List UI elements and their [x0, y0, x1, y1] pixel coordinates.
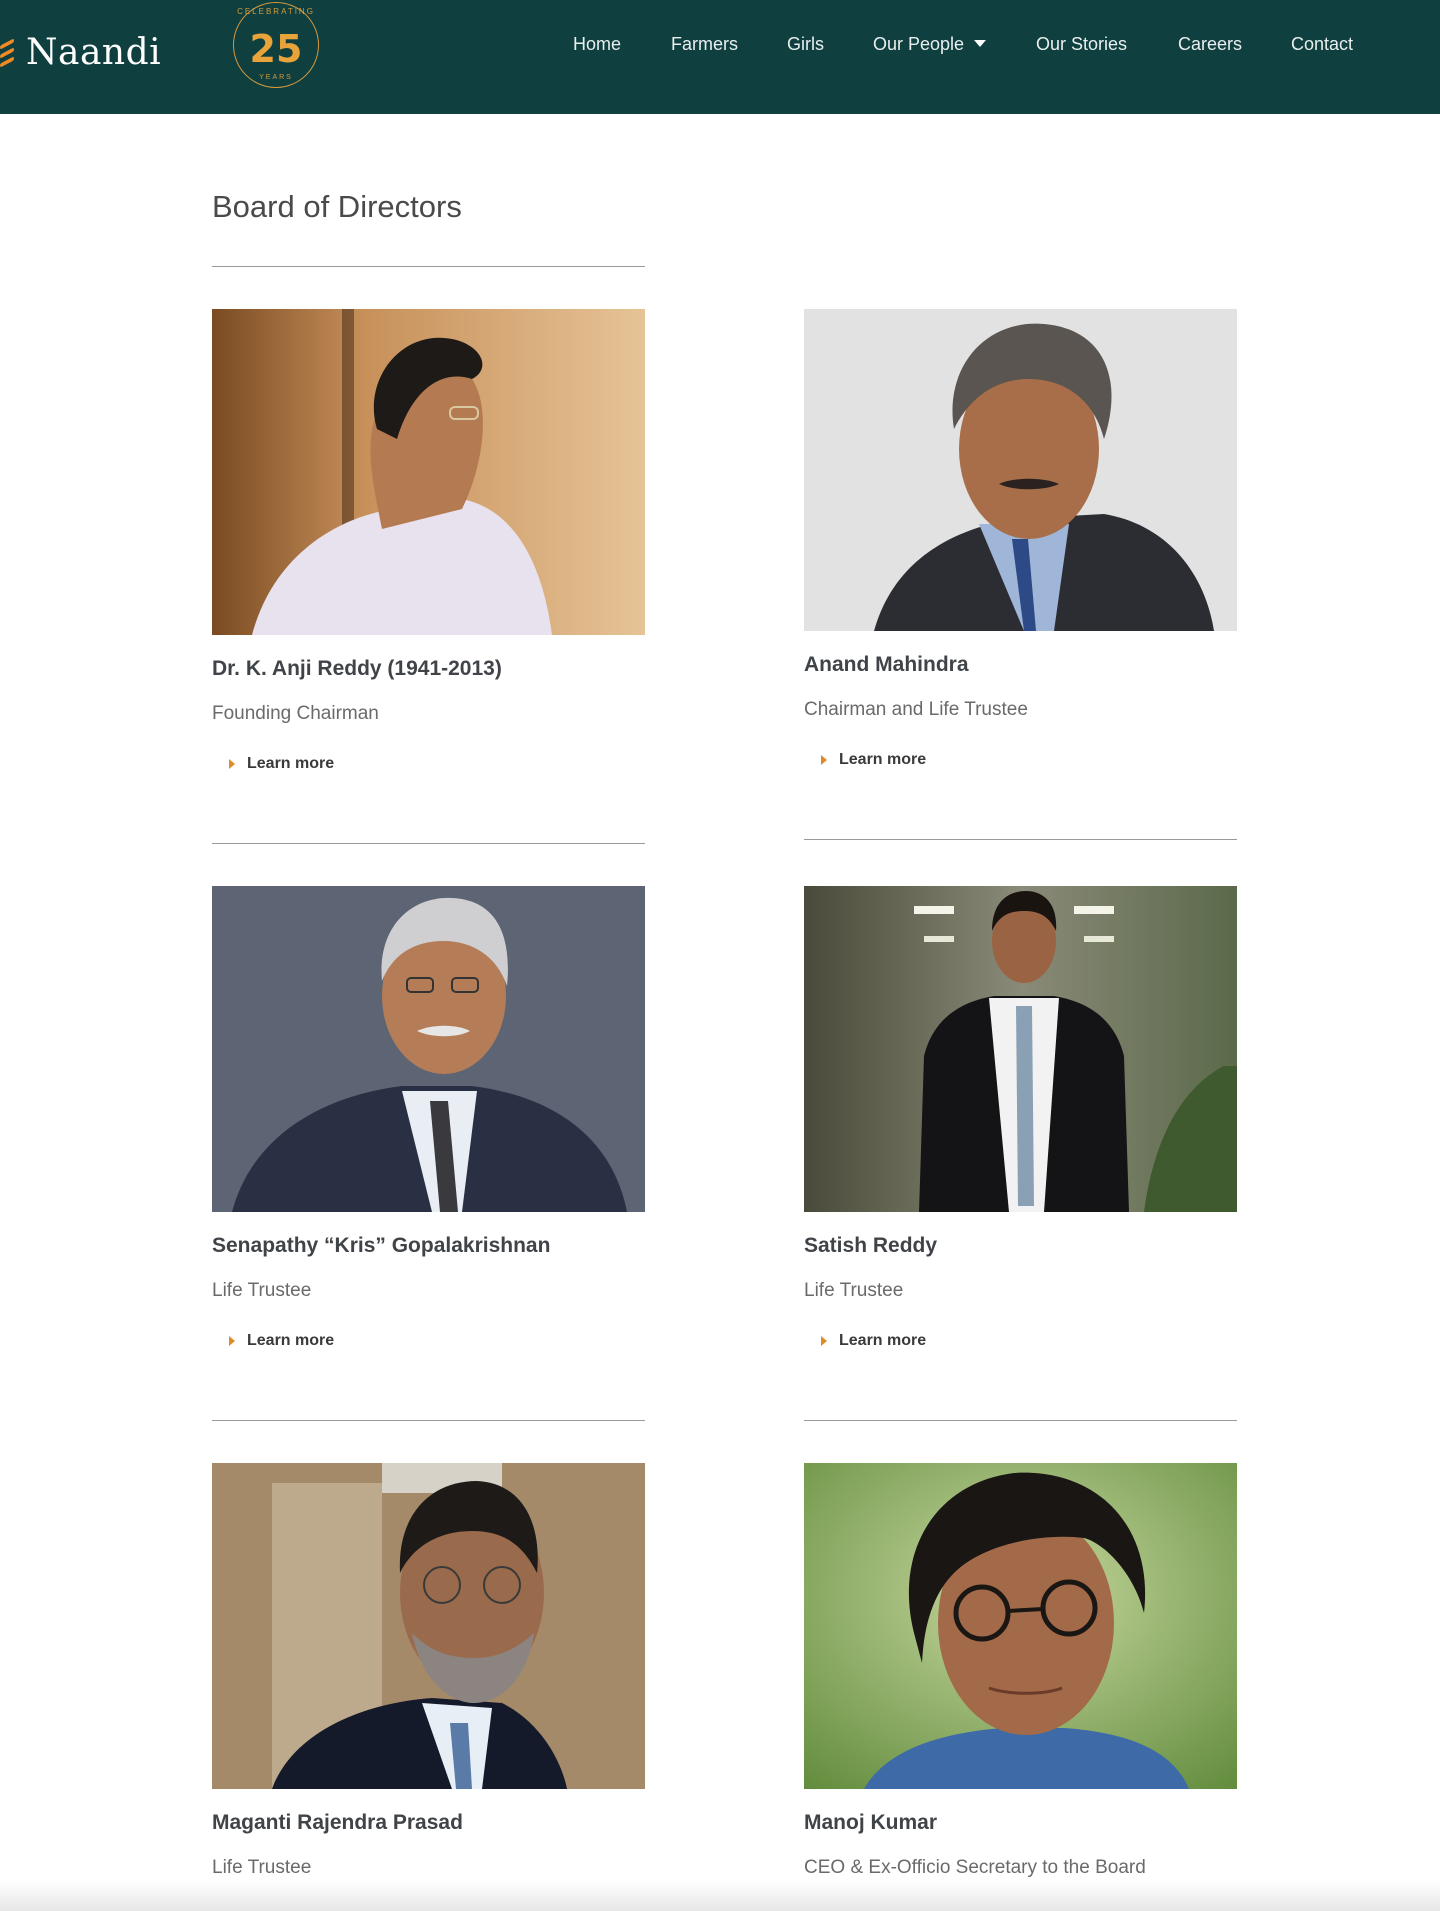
member-role: Life Trustee: [804, 1280, 904, 1301]
anniversary-badge: CELEBRATING 25 YEARS: [233, 2, 319, 88]
nav-our-people[interactable]: Our People: [873, 34, 987, 55]
nav-our-stories[interactable]: Our Stories: [1036, 34, 1127, 55]
member-role: Life Trustee: [212, 1857, 312, 1878]
nav-contact[interactable]: Contact: [1291, 34, 1353, 55]
site-logo[interactable]: Naandi: [0, 22, 161, 82]
member-role: Chairman and Life Trustee: [804, 699, 1028, 720]
member-name: Dr. K. Anji Reddy (1941-2013): [212, 657, 502, 680]
member-name: Anand Mahindra: [804, 653, 969, 676]
nav-our-people-label: Our People: [873, 34, 965, 54]
member-name: Senapathy “Kris” Gopalakrishnan: [212, 1234, 551, 1257]
member-photo-kris-gopalakrishnan: [212, 886, 645, 1212]
member-card: Senapathy “Kris” Gopalakrishnan Life Tru…: [212, 886, 645, 1350]
learn-more-link[interactable]: Learn more: [821, 751, 1237, 769]
site-header: Naandi CELEBRATING 25 YEARS Home Farmers…: [0, 0, 1440, 114]
member-name: Manoj Kumar: [804, 1811, 938, 1834]
badge-top-text: CELEBRATING: [237, 7, 315, 16]
learn-more-label: Learn more: [839, 751, 927, 768]
learn-more-label: Learn more: [839, 1332, 927, 1349]
learn-more-label: Learn more: [247, 755, 335, 772]
logo-text: Naandi: [26, 31, 162, 73]
learn-more-link[interactable]: Learn more: [229, 755, 645, 773]
member-photo-satish-reddy: [804, 886, 1237, 1212]
page-title: Board of Directors: [212, 189, 462, 224]
learn-more-link[interactable]: Learn more: [821, 1332, 1237, 1350]
nav-girls[interactable]: Girls: [787, 34, 824, 55]
member-name: Maganti Rajendra Prasad: [212, 1811, 463, 1834]
caret-right-icon: [229, 1336, 235, 1346]
divider: [212, 266, 645, 267]
member-role: Life Trustee: [212, 1280, 312, 1301]
member-photo-rajendra-prasad: [212, 1463, 645, 1789]
logo-mark-icon: [0, 32, 20, 72]
badge-number: 25: [249, 27, 303, 71]
nav-careers[interactable]: Careers: [1178, 34, 1242, 55]
member-name: Satish Reddy: [804, 1234, 938, 1257]
member-photo-manoj-kumar: [804, 1463, 1237, 1789]
divider: [804, 839, 1237, 840]
learn-more-link[interactable]: Learn more: [229, 1332, 645, 1350]
member-card: Maganti Rajendra Prasad Life Trustee: [212, 1463, 645, 1879]
member-role: CEO & Ex-Officio Secretary to the Board: [804, 1857, 1146, 1878]
divider: [212, 843, 645, 844]
caret-right-icon: [229, 759, 235, 769]
nav-home[interactable]: Home: [573, 34, 621, 55]
member-card: Manoj Kumar CEO & Ex-Officio Secretary t…: [804, 1463, 1237, 1879]
member-role: Founding Chairman: [212, 703, 379, 724]
chevron-down-icon: [974, 39, 987, 47]
page-bottom-shadow: [0, 1880, 1440, 1911]
divider: [804, 1420, 1237, 1421]
learn-more-label: Learn more: [247, 1332, 335, 1349]
member-photo-anand-mahindra: [804, 309, 1237, 631]
caret-right-icon: [821, 1336, 827, 1346]
member-card: Dr. K. Anji Reddy (1941-2013) Founding C…: [212, 309, 645, 773]
badge-bottom-text: YEARS: [259, 74, 293, 81]
divider: [212, 1420, 645, 1421]
member-photo-anji-reddy: [212, 309, 645, 635]
nav-farmers[interactable]: Farmers: [671, 34, 738, 55]
member-card: Anand Mahindra Chairman and Life Trustee…: [804, 309, 1237, 769]
member-card: Satish Reddy Life Trustee Learn more: [804, 886, 1237, 1350]
caret-right-icon: [821, 755, 827, 765]
